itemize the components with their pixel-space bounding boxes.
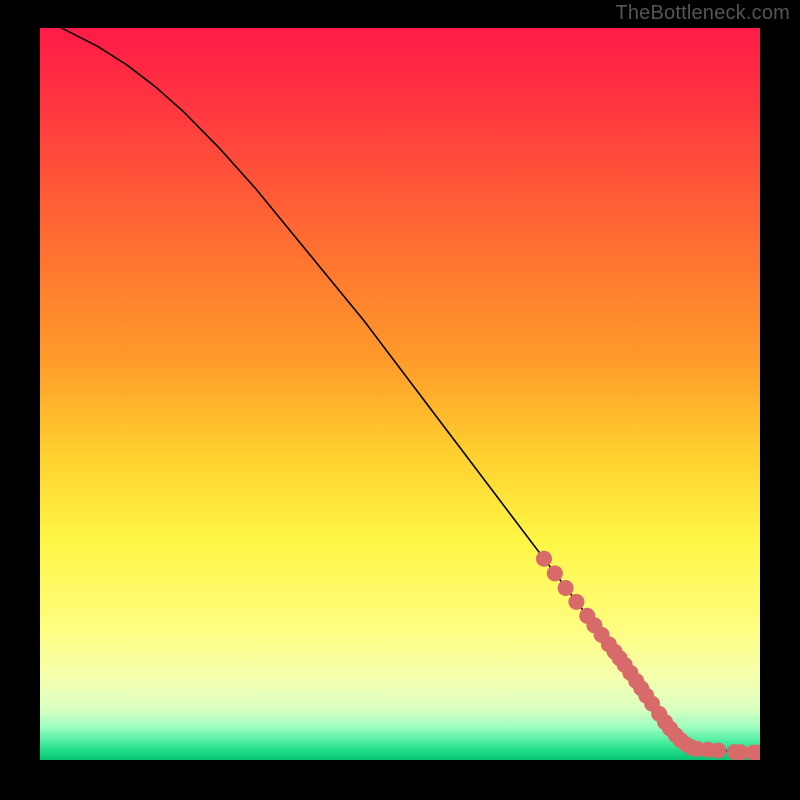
attribution-label: TheBottleneck.com [615, 2, 790, 25]
data-marker [710, 742, 726, 758]
data-marker [558, 580, 574, 596]
plot-area [40, 28, 760, 760]
data-marker [547, 565, 563, 581]
data-marker [536, 551, 552, 567]
chart-overlay [40, 28, 760, 760]
curve-line [62, 28, 760, 753]
marker-group [536, 551, 760, 760]
data-marker [568, 594, 584, 610]
chart-frame: TheBottleneck.com [0, 0, 800, 800]
